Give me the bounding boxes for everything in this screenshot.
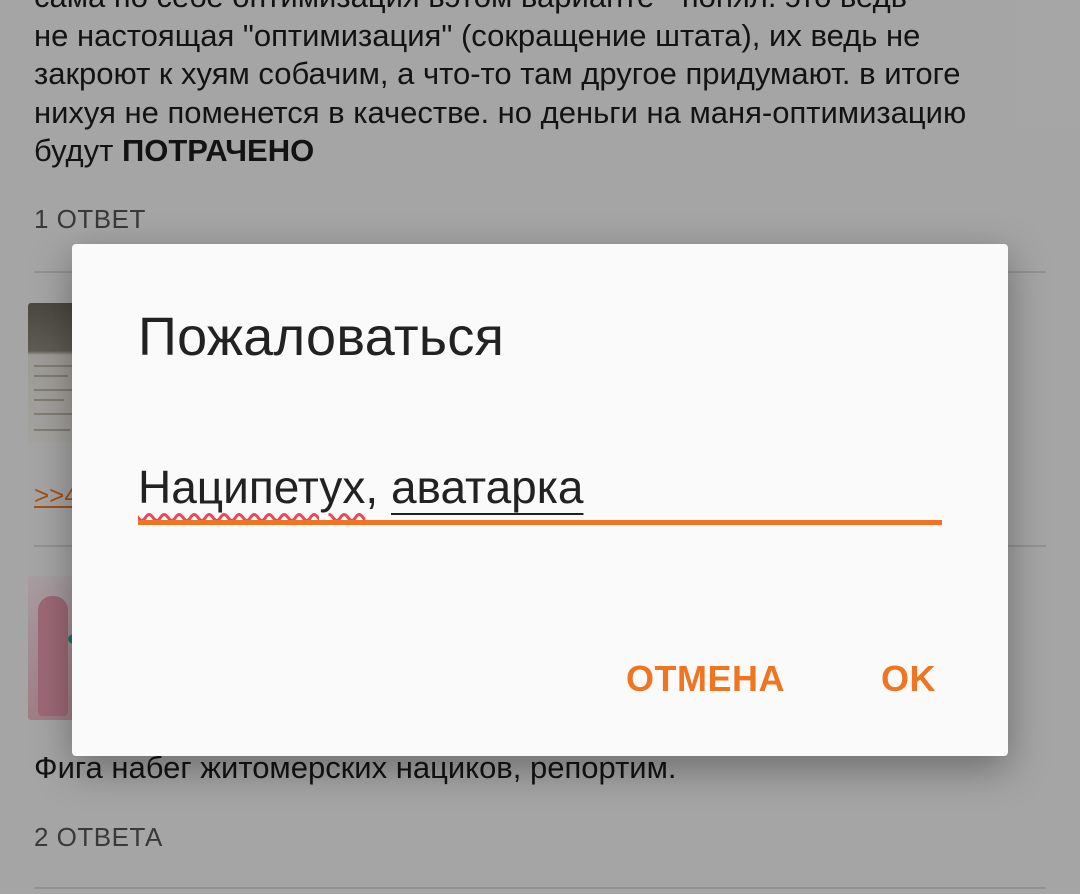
report-dialog: Пожаловаться Наципетух, аватарка ОТМЕНА …	[72, 244, 1008, 756]
ok-button[interactable]: OK	[881, 658, 936, 700]
report-reason-input[interactable]: Наципетух, аватарка	[138, 454, 942, 530]
dialog-actions: ОТМЕНА OK	[626, 658, 936, 700]
input-focus-underline	[138, 520, 942, 525]
input-word-composing[interactable]: аватарка	[391, 461, 584, 513]
dialog-title: Пожаловаться	[138, 307, 505, 367]
input-word-misspelled[interactable]: Наципетух	[138, 461, 365, 513]
input-value[interactable]: Наципетух, аватарка	[138, 460, 583, 514]
cancel-button[interactable]: ОТМЕНА	[626, 658, 785, 700]
input-separator: ,	[365, 461, 391, 513]
